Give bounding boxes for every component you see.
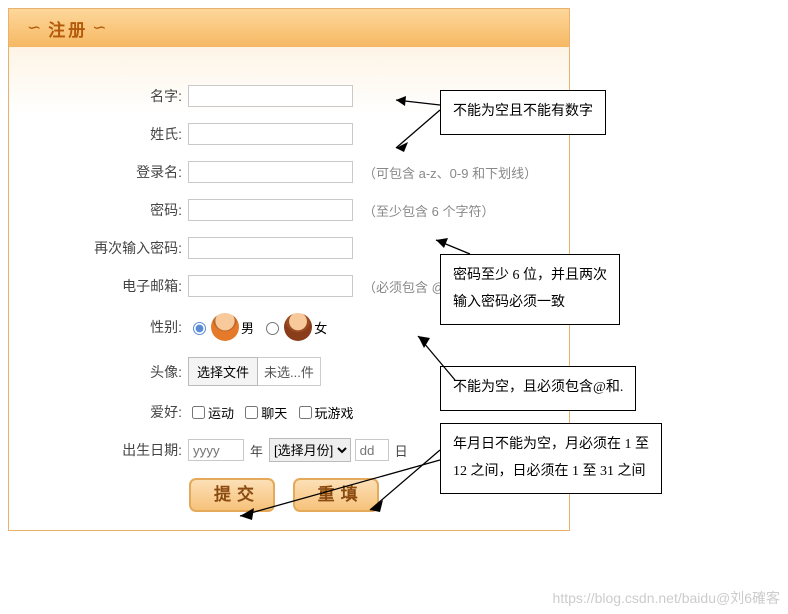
year-input[interactable] — [188, 439, 244, 461]
password2-label: 再次输入密码 — [94, 240, 178, 256]
tilde-icon: ∽ — [23, 18, 48, 38]
note-password-l2: 输入密码必须一致 — [453, 290, 607, 317]
login-label: 登录名 — [136, 164, 178, 180]
dob-label: 出生日期 — [122, 442, 178, 458]
note-email-text: 不能为空，且必须包含@和. — [453, 380, 623, 395]
gender-male-label: 男 — [241, 318, 254, 337]
gender-female-label: 女 — [314, 318, 327, 337]
note-password: 密码至少 6 位，并且两次 输入密码必须一致 — [440, 254, 620, 325]
header-title: 注册 — [48, 16, 88, 41]
hobby-sport-checkbox[interactable] — [192, 406, 205, 419]
avatar-male-icon — [211, 313, 239, 341]
note-email: 不能为空，且必须包含@和. — [440, 366, 636, 411]
surname-label: 姓氏 — [150, 126, 178, 142]
name-label: 名字 — [150, 88, 178, 104]
email-input[interactable] — [188, 275, 353, 297]
hobby-game-label: 玩游戏 — [315, 403, 354, 422]
hobby-chat-label: 聊天 — [261, 403, 287, 422]
day-input[interactable] — [355, 439, 389, 461]
hobby-label: 爱好 — [150, 404, 178, 420]
day-suffix: 日 — [389, 441, 414, 460]
password-input[interactable] — [188, 199, 353, 221]
surname-input[interactable] — [188, 123, 353, 145]
note-name: 不能为空且不能有数字 — [440, 90, 606, 135]
gender-label: 性别 — [150, 319, 178, 335]
month-select[interactable]: [选择月份] — [269, 438, 351, 462]
name-input[interactable] — [188, 85, 353, 107]
gender-male-radio[interactable] — [193, 322, 206, 335]
hobby-chat-checkbox[interactable] — [245, 406, 258, 419]
hobby-game-checkbox[interactable] — [299, 406, 312, 419]
avatar-label: 头像 — [150, 364, 178, 380]
row-login: 登录名: （可包含 a-z、0-9 和下划线） — [27, 161, 551, 183]
watermark: https://blog.csdn.net/baidu@刘6確客 — [553, 588, 780, 608]
gender-female-radio[interactable] — [266, 322, 279, 335]
hobby-sport-label: 运动 — [208, 403, 234, 422]
password2-input[interactable] — [188, 237, 353, 259]
row-password: 密码: （至少包含 6 个字符） — [27, 199, 551, 221]
note-dob-l1: 年月日不能为空，月必须在 1 至 — [453, 432, 649, 459]
submit-button[interactable]: 提交 — [189, 478, 275, 512]
email-label: 电子邮箱 — [122, 278, 178, 294]
password-hint: （至少包含 6 个字符） — [363, 201, 494, 220]
password-label: 密码 — [150, 202, 178, 218]
file-choose-button[interactable]: 选择文件 — [188, 357, 258, 386]
note-name-text: 不能为空且不能有数字 — [453, 104, 593, 119]
note-password-l1: 密码至少 6 位，并且两次 — [453, 263, 607, 290]
file-status: 未选...件 — [258, 357, 321, 386]
note-dob: 年月日不能为空，月必须在 1 至 12 之间，日必须在 1 至 31 之间 — [440, 423, 662, 494]
note-dob-l2: 12 之间，日必须在 1 至 31 之间 — [453, 459, 649, 486]
avatar-female-icon — [284, 313, 312, 341]
panel-header: ∽ 注册 ∽ — [9, 9, 569, 47]
tilde-icon: ∽ — [88, 18, 113, 38]
login-input[interactable] — [188, 161, 353, 183]
reset-button[interactable]: 重填 — [293, 478, 379, 512]
login-hint: （可包含 a-z、0-9 和下划线） — [363, 163, 537, 182]
year-suffix: 年 — [244, 441, 269, 460]
